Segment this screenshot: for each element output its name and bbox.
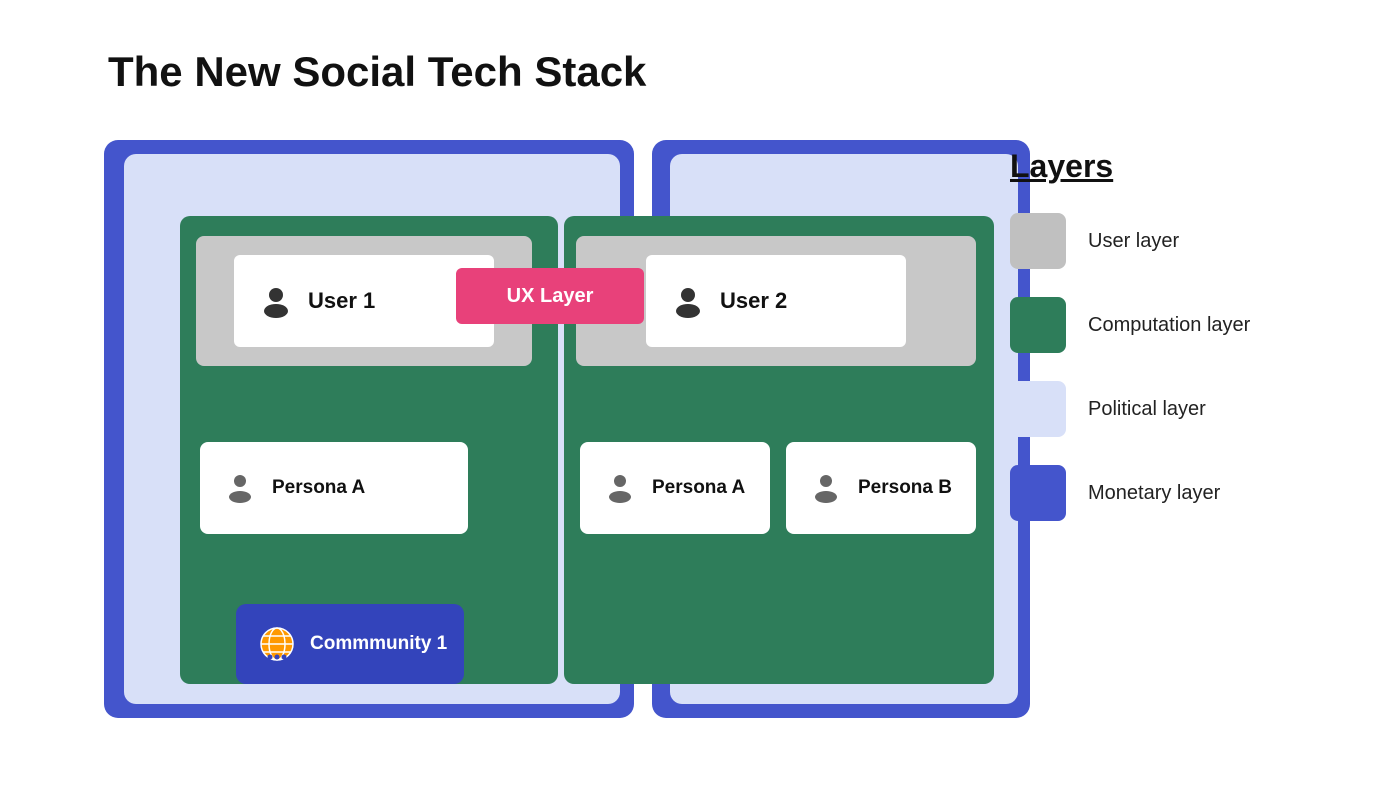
- legend: Layers User layer Computation layer Poli…: [1010, 148, 1320, 549]
- persona-b-right: Persona B: [786, 442, 976, 534]
- user1-label: User 1: [308, 288, 375, 314]
- legend-item-computation: Computation layer: [1010, 297, 1320, 353]
- persona-a-right: Persona A: [580, 442, 770, 534]
- persona-a-left: Persona A: [200, 442, 468, 534]
- user2-label: User 2: [720, 288, 787, 314]
- page-title: The New Social Tech Stack: [108, 48, 646, 96]
- political-layer-swatch: [1010, 381, 1066, 437]
- computation-layer-legend-label: Computation layer: [1088, 314, 1250, 337]
- persona-icon-left: [222, 470, 258, 506]
- ux-layer-label: UX Layer: [507, 285, 594, 308]
- globe-icon-1: [258, 625, 296, 663]
- persona-icon-right-b: [808, 470, 844, 506]
- persona-icon-right-a: [602, 470, 638, 506]
- persona-a-right-label: Persona A: [652, 477, 745, 499]
- persona-a-left-label: Persona A: [272, 477, 365, 499]
- user-layer-swatch: [1010, 213, 1066, 269]
- ux-layer-connector: UX Layer: [456, 268, 644, 324]
- computation-layer-swatch: [1010, 297, 1066, 353]
- community-1-label: Commmunity 1: [310, 633, 447, 655]
- political-layer-legend-label: Political layer: [1088, 398, 1206, 421]
- legend-item-user: User layer: [1010, 213, 1320, 269]
- legend-item-political: Political layer: [1010, 381, 1320, 437]
- monetary-layer-legend-label: Monetary layer: [1088, 482, 1220, 505]
- monetary-layer-swatch: [1010, 465, 1066, 521]
- legend-item-monetary: Monetary layer: [1010, 465, 1320, 521]
- legend-title: Layers: [1010, 148, 1320, 185]
- community-1: Commmunity 1: [236, 604, 464, 684]
- user-layer-legend-label: User layer: [1088, 230, 1179, 253]
- person-icon-2: [670, 283, 706, 319]
- persona-b-right-label: Persona B: [858, 477, 952, 499]
- person-icon: [258, 283, 294, 319]
- diagram: User 1 User 2 UX Layer Persona A Persona…: [80, 140, 1060, 730]
